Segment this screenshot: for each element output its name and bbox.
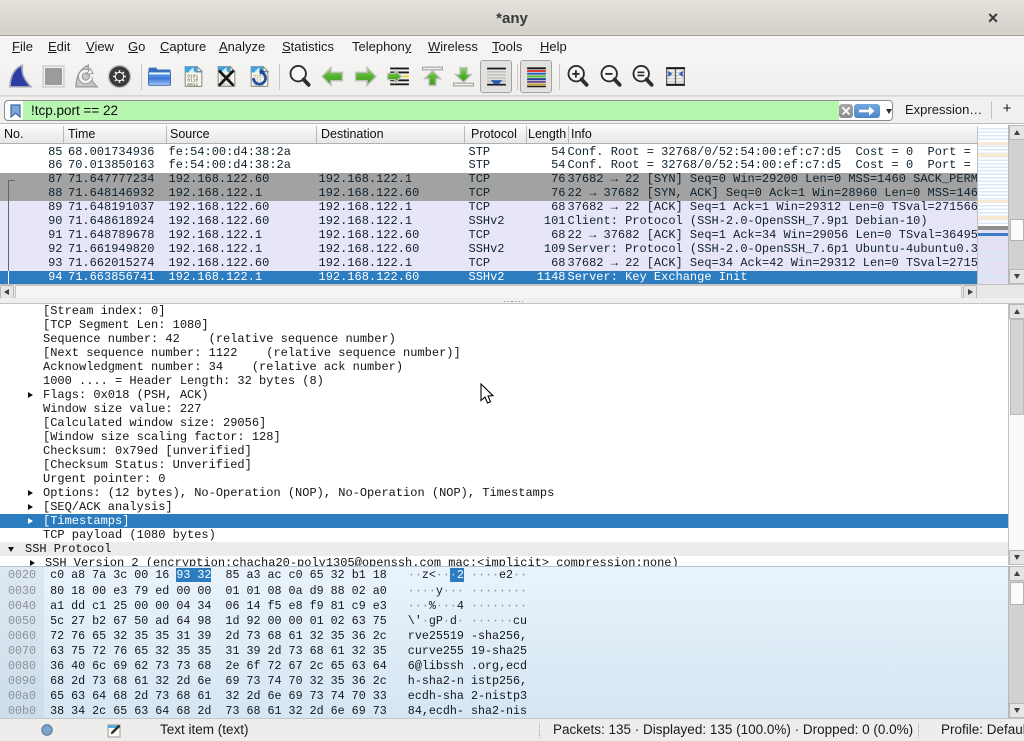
svg-text:0011: 0011 (187, 82, 198, 88)
